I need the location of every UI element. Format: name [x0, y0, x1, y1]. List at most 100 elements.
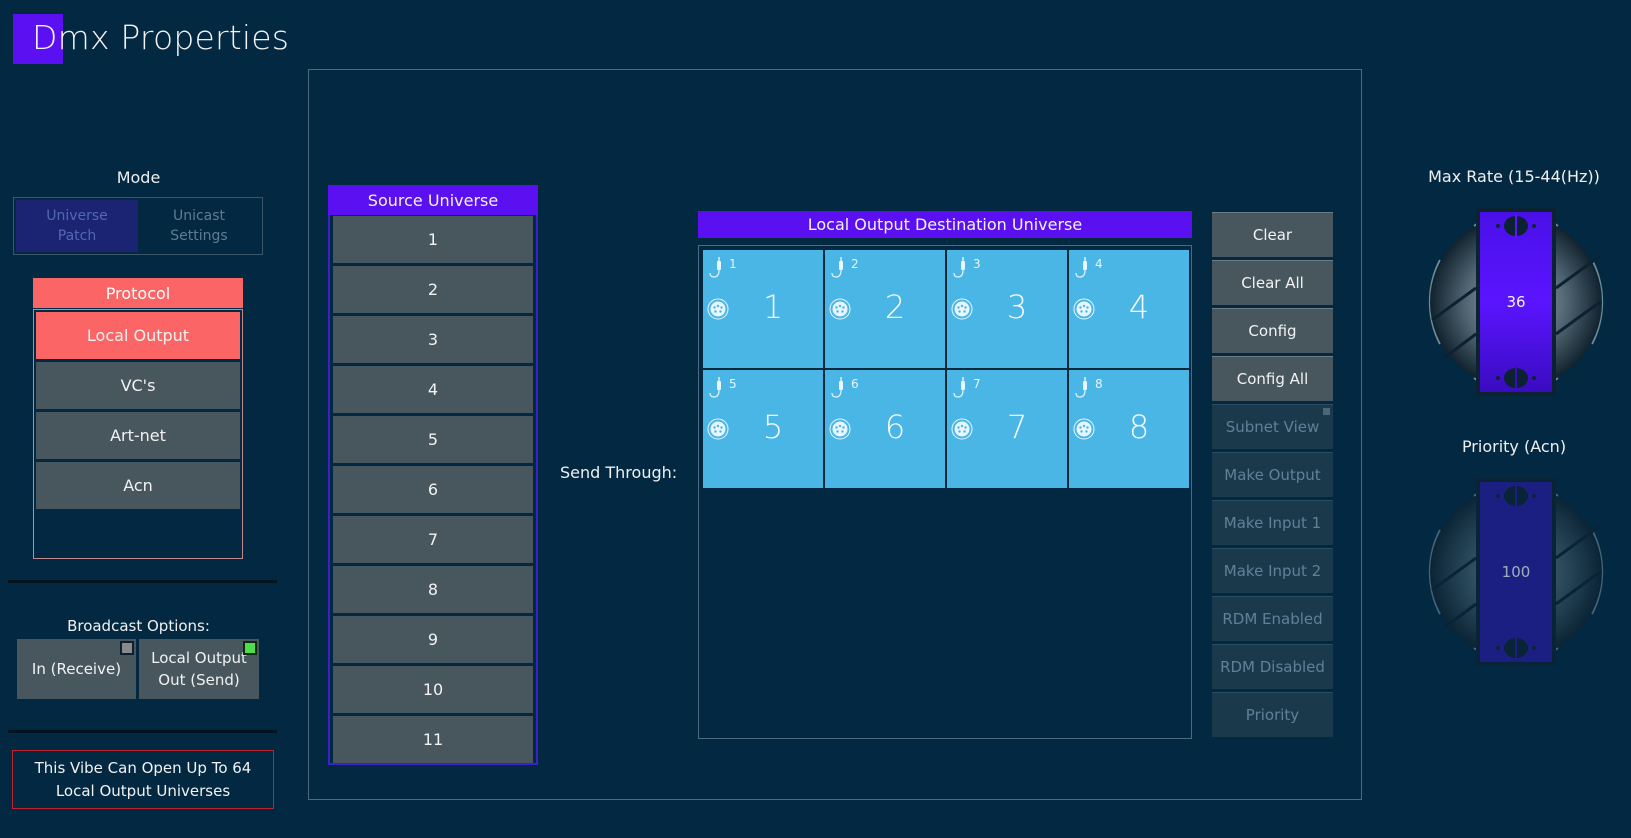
broadcast-send-button[interactable]: Local Output Out (Send)	[139, 639, 259, 699]
button-label: Clear All	[1241, 274, 1304, 292]
destination-cell[interactable]: 1 1	[703, 250, 823, 368]
protocol-art-net[interactable]: Art-net	[36, 412, 240, 459]
cable-plug-icon	[831, 377, 843, 398]
destination-universe-number: 2	[884, 288, 906, 326]
divider	[8, 580, 277, 583]
destination-universe-number: 7	[1006, 408, 1028, 446]
destination-cell[interactable]: 7 7	[947, 370, 1067, 488]
protocol-list: Local Output VC's Art-net Acn	[33, 309, 243, 559]
protocol-header: Protocol	[33, 278, 243, 308]
make-input-1-button[interactable]: Make Input 1	[1212, 500, 1333, 545]
destination-cell[interactable]: 5 5	[703, 370, 823, 488]
button-label: RDM Enabled	[1222, 610, 1323, 628]
source-universe-item[interactable]: 7	[333, 516, 533, 563]
source-universe-item[interactable]: 8	[333, 566, 533, 613]
clear-button[interactable]: Clear	[1212, 212, 1333, 257]
send-through-label: Send Through:	[560, 463, 678, 482]
source-universe-item[interactable]: 6	[333, 466, 533, 513]
broadcast-receive-label: In (Receive)	[31, 660, 122, 678]
destination-universe-panel: 1 1 2 2 3 3 4 4 5 5 6 6 7 7 8 8	[698, 245, 1192, 739]
priority-label: Priority (Acn)	[1461, 437, 1567, 456]
rdm-disabled-button[interactable]: RDM Disabled	[1212, 644, 1333, 689]
mode-unicast-settings-button[interactable]: Unicast Settings	[138, 200, 260, 252]
mode-selector: Universe Patch Unicast Settings	[13, 197, 263, 255]
mode-unicast-settings-label-1: Unicast	[172, 208, 226, 224]
broadcast-send-label-2: Out (Send)	[158, 671, 240, 689]
port-number: 1	[729, 257, 737, 271]
dmx-connector-icon	[1073, 298, 1095, 320]
button-label: Subnet View	[1225, 418, 1320, 436]
receive-status-led-icon	[120, 641, 134, 655]
dmx-connector-icon	[829, 298, 851, 320]
make-output-button[interactable]: Make Output	[1212, 452, 1333, 497]
cable-plug-icon	[953, 257, 965, 278]
destination-universe-number: 6	[884, 408, 906, 446]
priority-button[interactable]: Priority	[1212, 692, 1333, 737]
send-status-led-icon	[243, 641, 257, 655]
button-label: Config	[1248, 322, 1297, 340]
source-universe-item[interactable]: 1	[333, 216, 533, 263]
port-number: 6	[851, 377, 859, 391]
cable-plug-icon	[953, 377, 965, 398]
mode-unicast-settings-label-2: Settings	[170, 228, 228, 244]
protocol-vcs[interactable]: VC's	[36, 362, 240, 409]
page-title: Dmx Properties	[32, 18, 290, 57]
cable-plug-icon	[709, 257, 721, 278]
broadcast-options-label: Broadcast Options:	[67, 617, 210, 635]
source-universe-item[interactable]: 10	[333, 666, 533, 713]
destination-cell[interactable]: 4 4	[1069, 250, 1189, 368]
destination-universe-header: Local Output Destination Universe	[698, 211, 1192, 238]
subnet-view-button[interactable]: Subnet View	[1212, 404, 1333, 449]
source-universe-item[interactable]: 9	[333, 616, 533, 663]
port-number: 5	[729, 377, 737, 391]
destination-cell[interactable]: 6 6	[825, 370, 945, 488]
notice-line-2: Local Output Universes	[55, 781, 231, 800]
source-universe-item[interactable]: 3	[333, 316, 533, 363]
config-button[interactable]: Config	[1212, 308, 1333, 353]
priority-value: 100	[1501, 563, 1531, 581]
dmx-connector-icon	[951, 418, 973, 440]
button-label: Make Output	[1224, 466, 1321, 484]
port-number: 2	[851, 257, 859, 271]
source-universe-item[interactable]: 5	[333, 416, 533, 463]
destination-cell[interactable]: 8 8	[1069, 370, 1189, 488]
button-label: Make Input 2	[1223, 562, 1322, 580]
cable-plug-icon	[709, 377, 721, 398]
destination-cell[interactable]: 2 2	[825, 250, 945, 368]
button-label: Clear	[1252, 226, 1293, 244]
clear-all-button[interactable]: Clear All	[1212, 260, 1333, 305]
dmx-connector-icon	[1073, 418, 1095, 440]
port-number: 8	[1095, 377, 1103, 391]
universe-limit-notice: This Vibe Can Open Up To 64 Local Output …	[12, 750, 274, 809]
button-label: Priority	[1245, 706, 1300, 724]
button-label: RDM Disabled	[1220, 658, 1325, 676]
source-universe-header: Source Universe	[328, 185, 538, 215]
broadcast-receive-button[interactable]: In (Receive)	[17, 639, 136, 699]
max-rate-label: Max Rate (15-44(Hz))	[1428, 167, 1600, 186]
max-rate-wheel[interactable]: 36	[1414, 200, 1618, 404]
source-universe-item[interactable]: 11	[333, 716, 533, 763]
source-universe-item[interactable]: 4	[333, 366, 533, 413]
port-number: 7	[973, 377, 981, 391]
source-universe-item[interactable]: 2	[333, 266, 533, 313]
dmx-connector-icon	[951, 298, 973, 320]
mode-universe-patch-button[interactable]: Universe Patch	[16, 200, 138, 252]
destination-universe-number: 1	[762, 288, 784, 326]
rdm-enabled-button[interactable]: RDM Enabled	[1212, 596, 1333, 641]
port-number: 3	[973, 257, 981, 271]
mode-universe-patch-label-1: Universe	[46, 208, 108, 224]
mode-universe-patch-label-2: Patch	[57, 228, 97, 244]
priority-wheel[interactable]: 100	[1414, 470, 1618, 674]
protocol-acn[interactable]: Acn	[36, 462, 240, 509]
make-input-2-button[interactable]: Make Input 2	[1212, 548, 1333, 593]
destination-grid: 1 1 2 2 3 3 4 4 5 5 6 6 7 7 8 8	[703, 250, 1189, 488]
protocol-local-output[interactable]: Local Output	[36, 312, 240, 359]
cable-plug-icon	[831, 257, 843, 278]
destination-universe-number: 4	[1128, 288, 1150, 326]
config-all-button[interactable]: Config All	[1212, 356, 1333, 401]
destination-cell[interactable]: 3 3	[947, 250, 1067, 368]
port-number: 4	[1095, 257, 1103, 271]
notice-line-1: This Vibe Can Open Up To 64	[34, 758, 252, 777]
source-universe-list[interactable]: 1 2 3 4 5 6 7 8 9 10 11	[328, 215, 538, 765]
divider	[8, 730, 277, 733]
